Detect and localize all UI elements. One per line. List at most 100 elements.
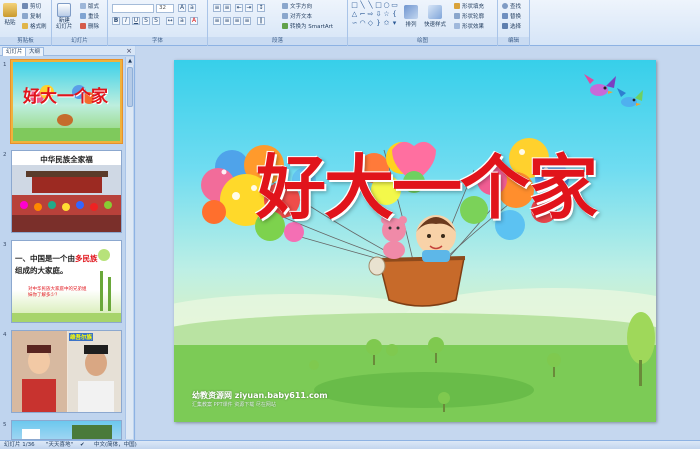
brace-shape-icon[interactable]: { xyxy=(391,11,398,18)
justify-button[interactable]: ≡ xyxy=(243,17,251,25)
slides-group-label: 幻灯片 xyxy=(52,37,107,45)
line-shape-icon[interactable]: ╲ xyxy=(359,2,366,9)
spellcheck-icon[interactable]: ✔ xyxy=(80,441,85,449)
ribbon-group-slides: 新建 幻灯片 版式 重设 删除 幻灯片 xyxy=(52,0,108,46)
slide-thumbnail-3[interactable]: 一、中国是一个由多民族 组成的大家庭。 对中华民族大家庭中的兄弟姐妹你了解多少？ xyxy=(11,240,122,323)
star-shape-icon[interactable]: ☆ xyxy=(383,11,390,18)
thumb-3-line1: 一、中国是一个由多民族 xyxy=(15,254,98,263)
numbering-button[interactable]: ≡ xyxy=(223,4,231,12)
reset-button[interactable]: 重设 xyxy=(80,12,99,20)
rectangle-shape-icon[interactable]: □ xyxy=(375,2,382,9)
align-left-button[interactable]: ≡ xyxy=(213,17,221,25)
corner-shape-icon[interactable]: ⌐ xyxy=(359,11,366,18)
italic-button[interactable]: I xyxy=(122,17,130,25)
underline-button[interactable]: U xyxy=(132,17,140,25)
new-slide-button[interactable]: 新建 幻灯片 xyxy=(56,3,73,30)
ribbon-group-drawing: □ ╲ ╲ □ ○ ▭ △ ⌐ ⇨ ⇩ ☆ { ∽ ◠ ◇ } ✩ ▾ 排列 快… xyxy=(348,0,498,46)
thumb-4-photos xyxy=(12,331,121,412)
bullets-button[interactable]: ≡ xyxy=(213,4,221,12)
shape-effects-button[interactable]: 形状效果 xyxy=(454,22,484,30)
select-button[interactable]: 选择 xyxy=(502,22,521,30)
curve-shape-icon[interactable]: ∽ xyxy=(351,20,358,27)
clipboard-group-label: 剪贴板 xyxy=(0,37,51,45)
slide-number: 5 xyxy=(3,422,7,428)
font-name-combo[interactable] xyxy=(112,4,154,13)
shrink-font-button[interactable]: a xyxy=(188,4,196,12)
delete-slide-button[interactable]: 删除 xyxy=(80,22,99,30)
grow-font-button[interactable]: A xyxy=(178,4,186,12)
tab-outline[interactable]: 大纲 xyxy=(25,47,45,56)
thumb-2-photo xyxy=(12,165,121,232)
arrow-right-shape-icon[interactable]: ⇨ xyxy=(367,11,374,18)
close-icon[interactable]: × xyxy=(126,47,132,55)
drawing-group-label: 绘图 xyxy=(348,37,497,45)
thumb-4-badge: 维吾尔族 xyxy=(69,333,94,341)
slide-thumbnail-4[interactable]: 维吾尔族 xyxy=(11,330,122,413)
more-shapes-icon[interactable]: ▾ xyxy=(391,20,398,27)
arc-shape-icon[interactable]: ◠ xyxy=(359,20,366,27)
slides-panel: 幻灯片 大纲 × 1 好大一个家 2 中华民族全家福 3 一、中国是一个由多民族… xyxy=(0,46,135,440)
slide-counter: 幻灯片 1/36 xyxy=(4,442,35,448)
paste-button[interactable]: 粘贴 xyxy=(3,3,17,26)
align-text-button[interactable]: 对齐文本 xyxy=(282,12,312,20)
line-spacing-button[interactable]: ↕ xyxy=(257,4,265,12)
quick-styles-icon xyxy=(428,5,442,19)
triangle-shape-icon[interactable]: △ xyxy=(351,11,358,18)
quick-styles-button[interactable]: 快速样式 xyxy=(424,5,446,28)
cursor-icon xyxy=(502,23,508,29)
editor-area: 好大一个家 幼教资源网 ziyuan.baby611.com 汇集教案 PPT课… xyxy=(136,46,700,440)
panel-scrollbar[interactable]: ▲ xyxy=(125,57,134,439)
slide-thumbnail-1[interactable]: 好大一个家 xyxy=(11,60,122,143)
decrease-indent-button[interactable]: ⇤ xyxy=(235,4,243,12)
layout-button[interactable]: 版式 xyxy=(80,2,99,10)
callout-shape-icon[interactable]: ◇ xyxy=(367,20,374,27)
oval-shape-icon[interactable]: ○ xyxy=(383,2,390,9)
align-center-button[interactable]: ≡ xyxy=(223,17,231,25)
change-case-button[interactable]: a xyxy=(178,17,186,25)
arrow-down-shape-icon[interactable]: ⇩ xyxy=(375,11,382,18)
slide-thumbnail-2[interactable]: 中华民族全家福 xyxy=(11,150,122,233)
smartart-icon xyxy=(282,23,288,29)
font-size-combo[interactable]: 32 xyxy=(156,4,174,13)
bold-button[interactable]: B xyxy=(112,17,120,25)
shadow-button[interactable]: S xyxy=(152,17,160,25)
arrange-button[interactable]: 排列 xyxy=(404,5,418,28)
line-shape-icon[interactable]: ╲ xyxy=(367,2,374,9)
smartart-button[interactable]: 转换为 SmartArt xyxy=(282,22,333,30)
text-direction-button[interactable]: 文字方向 xyxy=(282,2,312,10)
columns-button[interactable]: ∥ xyxy=(257,17,265,25)
slide-canvas[interactable]: 好大一个家 幼教资源网 ziyuan.baby611.com 汇集教案 PPT课… xyxy=(174,60,656,422)
shape-fill-button[interactable]: 形状填充 xyxy=(454,2,484,10)
cut-button[interactable]: 剪切 xyxy=(22,2,41,10)
slide-number: 3 xyxy=(3,242,7,248)
copy-button[interactable]: 复制 xyxy=(22,12,41,20)
format-painter-button[interactable]: 格式刷 xyxy=(22,22,47,30)
star-shape-icon[interactable]: ✩ xyxy=(383,20,390,27)
char-spacing-button[interactable]: ↔ xyxy=(166,17,174,25)
scroll-thumb[interactable] xyxy=(127,67,133,107)
arrange-icon xyxy=(404,5,418,19)
scissors-icon xyxy=(22,3,28,9)
replace-button[interactable]: 替换 xyxy=(502,12,521,20)
font-color-button[interactable]: A xyxy=(190,17,198,25)
slide-illustration xyxy=(174,74,656,422)
scroll-up-icon[interactable]: ▲ xyxy=(126,57,134,65)
reset-icon xyxy=(80,13,86,19)
text-direction-icon xyxy=(282,3,288,9)
find-button[interactable]: 查找 xyxy=(502,2,521,10)
align-right-button[interactable]: ≡ xyxy=(233,17,241,25)
language-indicator[interactable]: 中文(简体，中国) xyxy=(94,441,137,449)
status-bar: 幻灯片 1/36 "天天喜地" ✔ 中文(简体，中国) xyxy=(0,440,700,449)
strikethrough-button[interactable]: S xyxy=(142,17,150,25)
rounded-rect-shape-icon[interactable]: ▭ xyxy=(391,2,398,9)
paste-icon xyxy=(3,3,17,17)
rectangle-shape-icon[interactable]: □ xyxy=(351,2,358,9)
slide-thumbnail-5[interactable] xyxy=(11,420,122,440)
shape-outline-button[interactable]: 形状轮廓 xyxy=(454,12,484,20)
slide-title[interactable]: 好大一个家 xyxy=(256,132,598,233)
brace-shape-icon[interactable]: } xyxy=(375,20,382,27)
increase-indent-button[interactable]: ⇥ xyxy=(245,4,253,12)
paint-bucket-icon xyxy=(454,3,460,9)
tab-slides[interactable]: 幻灯片 xyxy=(2,47,27,56)
thumb-2-title: 中华民族全家福 xyxy=(40,155,93,164)
